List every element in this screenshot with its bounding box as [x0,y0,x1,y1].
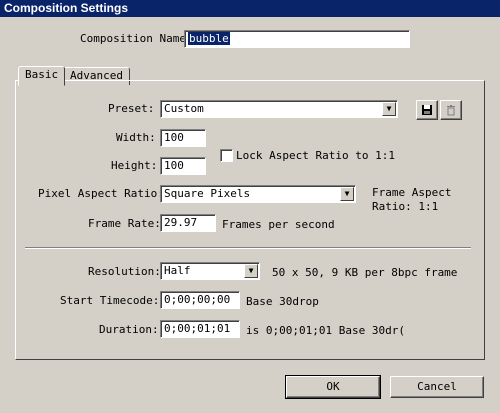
composition-name-input[interactable]: bubble [184,30,410,48]
width-value: 100 [164,131,184,144]
frame-rate-value: 29.97 [164,216,198,229]
lock-aspect-checkbox[interactable] [220,149,233,162]
chevron-down-icon: ▼ [382,102,396,116]
tab-basic[interactable]: Basic [18,66,66,86]
delete-preset-button[interactable] [440,100,462,120]
separator [25,247,471,249]
composition-name-label: Composition Name: [80,32,193,45]
frame-aspect-line1: Frame Aspect [372,186,452,199]
chevron-down-icon: ▼ [244,264,258,278]
preset-value: Custom [164,102,204,115]
save-preset-button[interactable] [416,100,438,120]
duration-value: 0;00;01;01 [164,322,231,335]
ok-button[interactable]: OK [285,375,381,399]
width-label: Width: [116,131,156,144]
height-label: Height: [111,159,158,172]
start-timecode-input[interactable]: 0;00;00;00 [160,291,240,309]
width-input[interactable]: 100 [160,129,206,147]
cancel-button[interactable]: Cancel [390,376,484,398]
height-input[interactable]: 100 [160,157,206,175]
preset-label: Preset: [108,102,155,115]
resolution-info: 50 x 50, 9 KB per 8bpc frame [272,266,458,279]
resolution-select[interactable]: Half ▼ [160,262,260,280]
start-timecode-label: Start Timecode: [60,294,160,307]
window-title: Composition Settings [0,0,500,17]
lock-aspect-label: Lock Aspect Ratio to 1:1 [236,149,395,162]
composition-name-value: bubble [188,32,230,45]
trash-icon [447,105,455,116]
frame-rate-input[interactable]: 29.97 [160,214,216,232]
resolution-label: Resolution: [88,265,161,278]
tab-basic-label: Basic [25,68,59,81]
chevron-down-icon: ▼ [340,187,354,201]
preset-select[interactable]: Custom ▼ [160,100,398,118]
duration-label: Duration: [99,323,159,336]
save-icon [422,105,432,115]
pixel-aspect-select[interactable]: Square Pixels ▼ [160,185,356,203]
pixel-aspect-value: Square Pixels [164,187,251,200]
resolution-value: Half [164,264,191,277]
frame-rate-label: Frame Rate: [88,217,161,230]
cancel-button-label: Cancel [417,380,457,393]
start-timecode-note: Base 30drop [246,295,319,308]
duration-input[interactable]: 0;00;01;01 [160,320,240,338]
pixel-aspect-label: Pixel Aspect Ratio: [38,187,164,200]
frame-aspect-line2: Ratio: 1:1 [372,200,439,213]
start-timecode-value: 0;00;00;00 [164,293,231,306]
frame-rate-unit: Frames per second [222,218,335,231]
height-value: 100 [164,159,184,172]
duration-note: is 0;00;01;01 Base 30dr( [246,324,405,337]
ok-button-label: OK [326,380,340,393]
